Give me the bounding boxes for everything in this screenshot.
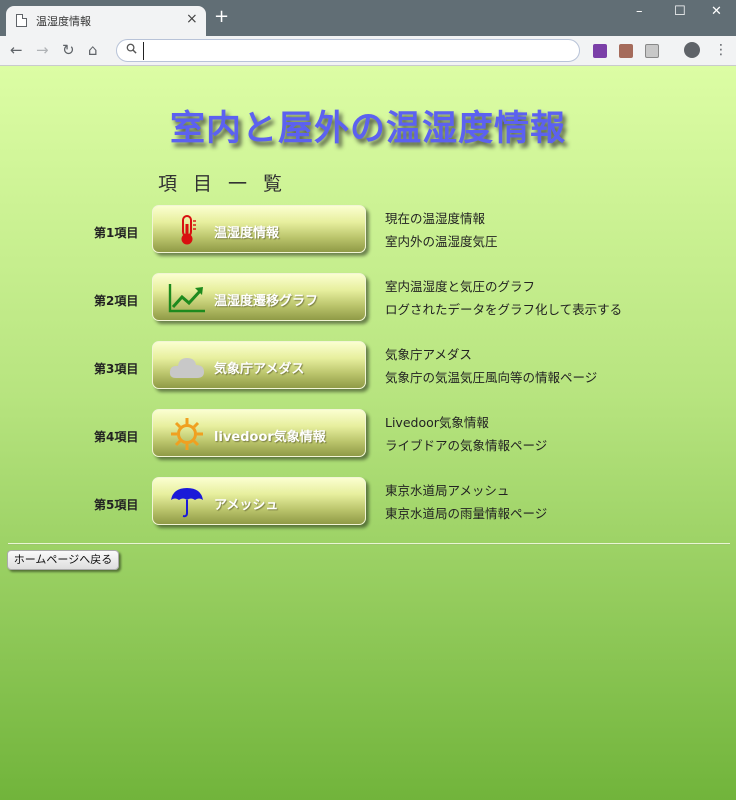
amesh-button[interactable]: アメッシュ — [152, 477, 366, 525]
menu-row: 第1項目 温湿度情報 現在の温湿度情報 室内外の温湿度気圧 — [0, 205, 736, 265]
item-label: 第4項目 — [94, 430, 139, 444]
back-button[interactable]: ← — [10, 41, 23, 59]
menu-row: 第3項目 気象庁アメダス 気象庁アメダス 気象庁の気温気圧風向等の情報ページ — [0, 341, 736, 401]
button-label: 気象庁アメダス — [214, 362, 305, 377]
new-tab-button[interactable]: + — [214, 8, 229, 26]
tab-strip: 温湿度情報 × + – ☐ ✕ — [0, 0, 736, 36]
temperature-humidity-button[interactable]: 温湿度情報 — [152, 205, 366, 253]
menu-row: 第4項目 livedoor気象情報 Livedoor気象情報 ライブドアの気象情… — [0, 409, 736, 469]
amedas-button[interactable]: 気象庁アメダス — [152, 341, 366, 389]
browser-menu-button[interactable]: ⋮ — [714, 41, 728, 59]
onenote-extension-icon[interactable] — [593, 44, 607, 58]
tab-close-button[interactable]: × — [186, 11, 198, 27]
button-label: livedoor気象情報 — [214, 430, 326, 445]
trend-chart-icon — [168, 284, 205, 313]
reload-button[interactable]: ↻ — [62, 41, 75, 59]
item-label: 第1項目 — [94, 226, 139, 240]
page-content: 室内と屋外の温湿度情報 項目一覧 第1項目 温湿度情報 現在の温湿度情報 室内外… — [0, 66, 736, 800]
button-label: 温湿度情報 — [214, 226, 280, 241]
item-subdescription: 気象庁の気温気圧風向等の情報ページ — [385, 370, 598, 385]
item-description: Livedoor気象情報 — [385, 415, 489, 430]
pdf-extension-icon[interactable] — [619, 44, 633, 58]
trend-graph-button[interactable]: 温湿度遷移グラフ — [152, 273, 366, 321]
thermometer-icon — [181, 215, 196, 245]
window-close-button[interactable]: ✕ — [711, 4, 722, 19]
item-subdescription: ライブドアの気象情報ページ — [385, 438, 548, 453]
item-description: 東京水道局アメッシュ — [385, 483, 510, 498]
profile-avatar-icon[interactable] — [684, 42, 700, 58]
back-to-home-button[interactable]: ホームページへ戻る — [7, 550, 119, 570]
item-description: 現在の温湿度情報 — [385, 211, 486, 226]
list-heading: 項目一覧 — [158, 173, 299, 195]
extension-icon[interactable] — [645, 44, 659, 58]
button-label: アメッシュ — [214, 498, 279, 513]
livedoor-weather-button[interactable]: livedoor気象情報 — [152, 409, 366, 457]
item-subdescription: 室内外の温湿度気圧 — [385, 234, 498, 249]
sun-icon — [171, 418, 203, 450]
cloud-icon — [169, 358, 204, 378]
item-description: 気象庁アメダス — [385, 347, 472, 362]
item-label: 第3項目 — [94, 362, 139, 376]
tab-title: 温湿度情報 — [36, 15, 91, 28]
page-title: 室内と屋外の温湿度情報 — [169, 109, 566, 149]
search-icon — [126, 43, 137, 57]
divider — [8, 543, 730, 545]
browser-toolbar: ← → ↻ ⌂ ⋮ — [0, 36, 736, 66]
address-input[interactable] — [143, 42, 563, 60]
maximize-button[interactable]: ☐ — [674, 4, 686, 19]
forward-button[interactable]: → — [36, 41, 49, 59]
item-subdescription: 東京水道局の雨量情報ページ — [385, 506, 548, 521]
item-label: 第5項目 — [94, 498, 139, 512]
home-nav-button[interactable]: ⌂ — [88, 41, 98, 59]
page-icon — [16, 14, 27, 27]
minimize-button[interactable]: – — [636, 4, 643, 19]
item-label: 第2項目 — [94, 294, 139, 308]
item-description: 室内温湿度と気圧のグラフ — [385, 279, 536, 294]
address-bar[interactable] — [116, 39, 580, 62]
tab-active[interactable]: 温湿度情報 × — [6, 6, 206, 36]
menu-row: 第5項目 アメッシュ 東京水道局アメッシュ 東京水道局の雨量情報ページ — [0, 477, 736, 537]
umbrella-icon — [171, 488, 203, 518]
item-subdescription: ログされたデータをグラフ化して表示する — [385, 302, 623, 317]
button-label: 温湿度遷移グラフ — [214, 294, 319, 309]
menu-row: 第2項目 温湿度遷移グラフ 室内温湿度と気圧のグラフ ログされたデータをグラフ化… — [0, 273, 736, 333]
